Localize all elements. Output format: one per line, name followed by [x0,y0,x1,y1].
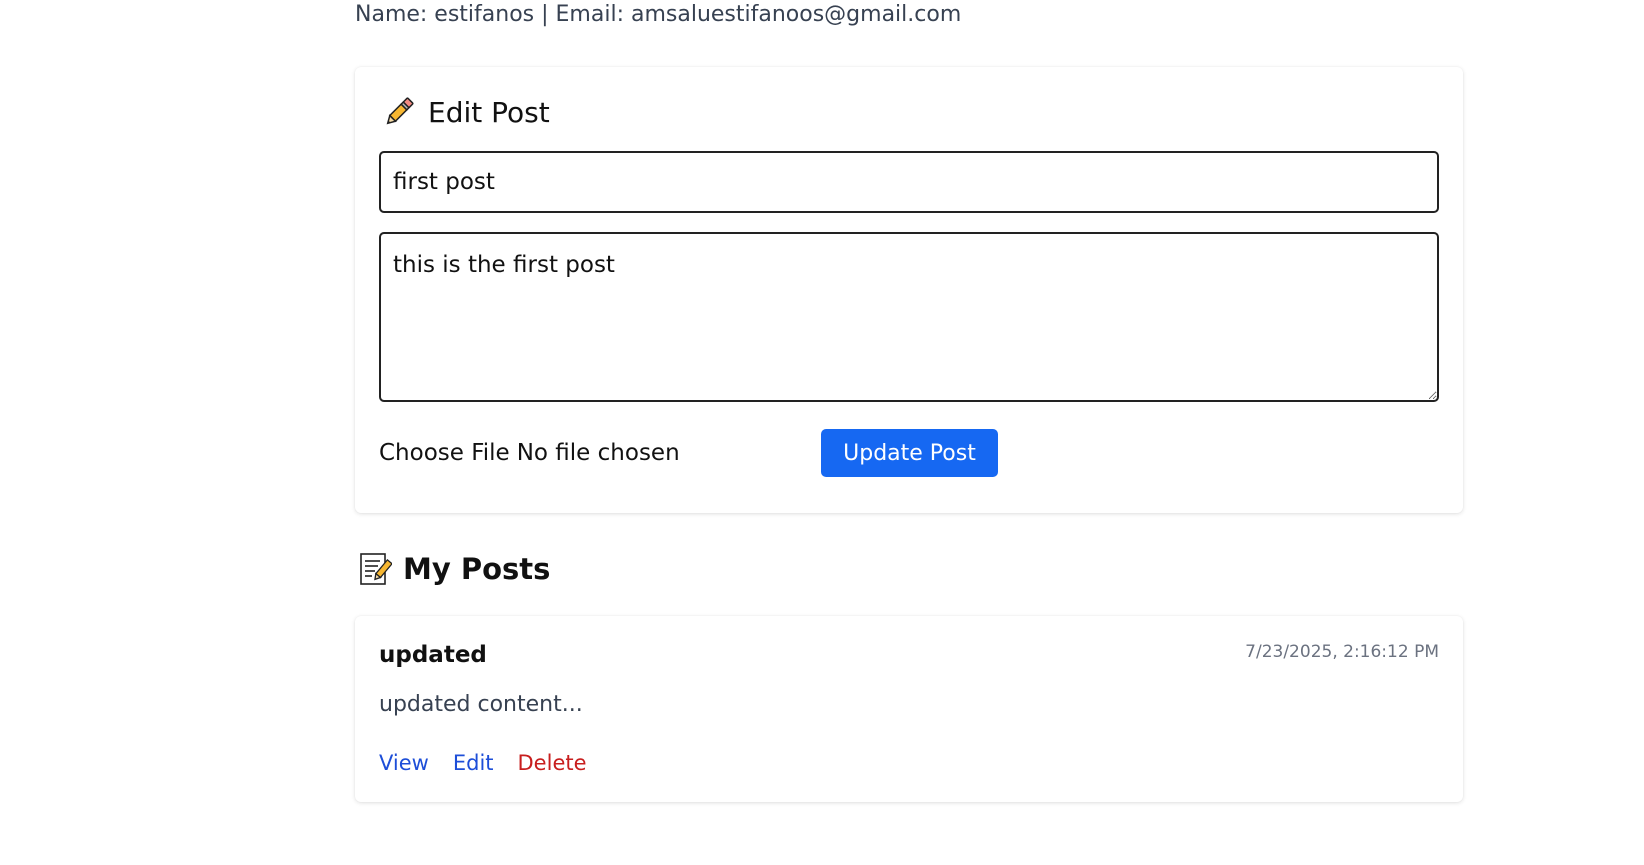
edit-post-card: Edit Post this is the first post Choose … [355,67,1463,513]
post-excerpt: updated content... [379,692,583,717]
pencil-icon [380,93,418,131]
my-posts-heading: My Posts [355,550,550,588]
user-info: Name: estifanos | Email: amsaluestifanoo… [355,2,962,27]
file-status: No file chosen [516,440,680,466]
edit-post-title: Edit Post [428,95,550,129]
file-input[interactable]: Choose File No file chosen [379,429,680,477]
post-timestamp: 7/23/2025, 2:16:12 PM [1245,642,1439,662]
choose-file-button[interactable]: Choose File [379,440,510,466]
page: Name: estifanos | Email: amsaluestifanoo… [0,0,1644,865]
post-actions: View Edit Delete [379,751,587,775]
update-post-button[interactable]: Update Post [821,429,998,477]
post-content-textarea[interactable]: this is the first post [379,232,1439,402]
post-title-input[interactable] [379,151,1439,213]
post-title: updated [379,642,487,668]
my-posts-title: My Posts [403,552,551,586]
view-post-link[interactable]: View [379,751,429,775]
edit-post-link[interactable]: Edit [453,751,494,775]
post-card: updated 7/23/2025, 2:16:12 PM updated co… [355,616,1463,802]
memo-icon [355,550,393,588]
edit-post-heading: Edit Post [380,93,550,131]
delete-post-link[interactable]: Delete [518,751,587,775]
